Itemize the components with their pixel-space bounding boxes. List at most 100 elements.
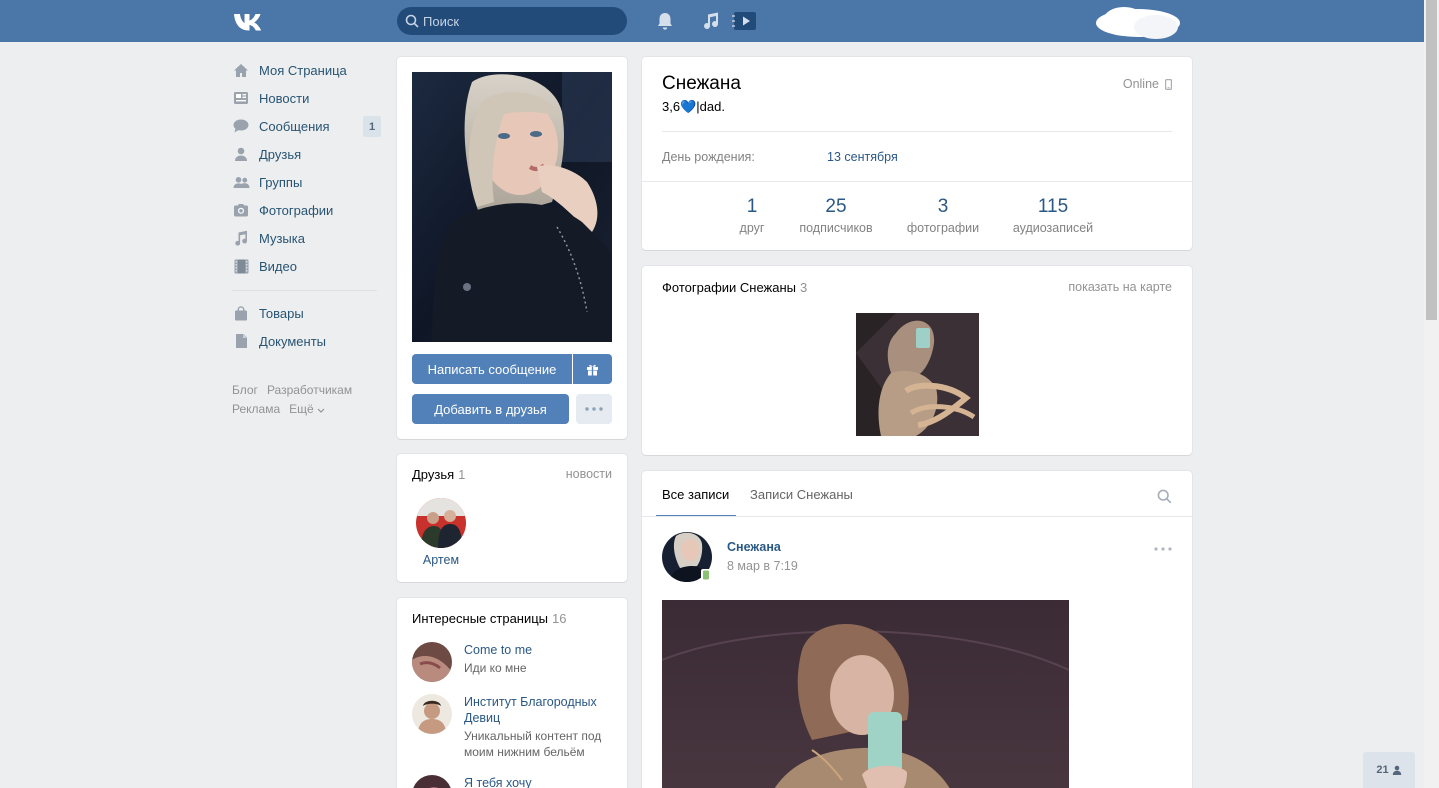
footer-link-developers[interactable]: Разработчикам — [267, 383, 352, 397]
page-scrollbar[interactable] — [1424, 0, 1439, 788]
stat-label: аудиозаписей — [1012, 221, 1094, 235]
friend-name: Артем — [422, 553, 460, 567]
sidebar-item-friends[interactable]: Друзья — [229, 140, 384, 168]
stat-number: 115 — [1037, 196, 1069, 217]
search-box[interactable] — [397, 7, 627, 35]
sidebar-item-market[interactable]: Товары — [229, 299, 384, 327]
sidebar-item-news[interactable]: Новости — [229, 84, 384, 112]
left-sidebar: Моя Страница Новости Сообщения 1 Друзья … — [229, 56, 384, 355]
more-dots-icon — [585, 407, 603, 411]
profile-avatar-photo[interactable] — [412, 72, 612, 342]
sidebar-item-groups[interactable]: Группы — [229, 168, 384, 196]
info-divider — [662, 131, 1172, 132]
mobile-online-icon — [701, 569, 711, 581]
post-image[interactable] — [662, 600, 1069, 788]
stat-label: подписчиков — [799, 221, 873, 235]
interesting-page-avatar — [412, 775, 452, 788]
stat-number: 3 — [937, 196, 949, 217]
footer-link-ads[interactable]: Реклама — [232, 402, 280, 416]
more-actions-button[interactable] — [576, 394, 612, 424]
sidebar-item-label: Друзья — [259, 146, 302, 162]
interesting-page-item[interactable]: Я тебя хочу — [412, 775, 617, 788]
sidebar-item-label: Новости — [259, 90, 310, 106]
online-friends-counter[interactable]: 21 — [1363, 752, 1415, 788]
interesting-page-subtitle: Иди ко мне — [464, 661, 527, 675]
video-icon — [234, 259, 248, 273]
stat-audio[interactable]: 115 аудиозаписей — [1006, 195, 1100, 237]
stats-divider — [642, 181, 1192, 182]
photos-block: Фотографии Снежаны 3 показать на карте — [642, 266, 1192, 455]
bell-icon[interactable] — [654, 11, 676, 31]
footer-link-blog[interactable]: Блог — [232, 383, 258, 397]
friends-block: Друзья 1 новости Артем — [397, 454, 627, 582]
photos-block-header[interactable]: Фотографии Снежаны 3 — [662, 280, 807, 295]
messages-count-badge[interactable]: 1 — [363, 116, 381, 137]
sidebar-item-photos[interactable]: Фотографии — [229, 196, 384, 224]
footer-more-label: Ещё — [289, 402, 314, 416]
profile-photo-card: Написать сообщение Добавить в друзья — [397, 57, 627, 439]
friends-block-header[interactable]: Друзья 1 — [412, 467, 465, 482]
sidebar-divider — [232, 290, 377, 291]
interesting-page-title[interactable]: Come to me — [464, 642, 614, 658]
interesting-page-item[interactable]: Институт Благородных Девиц Уникальный ко… — [412, 694, 617, 764]
interesting-page-avatar — [412, 694, 452, 734]
tab-own-posts[interactable]: Записи Снежаны — [750, 487, 853, 502]
interesting-title: Интересные страницы — [412, 611, 549, 626]
sidebar-item-messages[interactable]: Сообщения 1 — [229, 112, 384, 140]
sidebar-item-label: Музыка — [259, 230, 305, 246]
stat-number: 25 — [825, 196, 847, 217]
messages-icon — [233, 119, 249, 133]
post-author-name[interactable]: Снежана — [727, 540, 781, 554]
sidebar-item-label: Фотографии — [259, 202, 334, 218]
wall-search-icon[interactable] — [1157, 489, 1172, 504]
send-gift-button[interactable] — [573, 354, 612, 384]
player-icon[interactable] — [732, 11, 758, 31]
mobile-phone-icon — [1165, 78, 1172, 90]
bag-icon — [235, 305, 247, 320]
photos-title: Фотографии Снежаны — [662, 280, 796, 295]
stat-followers[interactable]: 25 подписчиков — [792, 195, 880, 237]
send-message-button[interactable]: Написать сообщение — [412, 354, 572, 384]
add-friend-button[interactable]: Добавить в друзья — [412, 394, 569, 424]
footer-link-more[interactable]: Ещё — [289, 402, 325, 416]
sidebar-item-label: Документы — [259, 333, 327, 349]
post-menu-icon[interactable] — [1154, 547, 1172, 551]
music-note-icon[interactable] — [700, 11, 722, 31]
vk-logo-icon[interactable] — [232, 11, 266, 31]
search-input[interactable] — [423, 7, 619, 35]
stat-label: друг — [739, 221, 765, 235]
stat-label: фотографии — [906, 221, 980, 235]
home-icon — [234, 63, 248, 77]
tab-all-posts[interactable]: Все записи — [662, 487, 729, 502]
sidebar-item-label: Моя Страница — [259, 62, 347, 78]
photos-count: 3 — [800, 280, 808, 295]
friend-item[interactable]: Артем — [416, 498, 468, 567]
interesting-pages-header[interactable]: Интересные страницы 16 — [412, 611, 567, 626]
birthday-value[interactable]: 13 сентября — [827, 150, 898, 164]
stat-friends[interactable]: 1 друг — [732, 195, 772, 237]
sidebar-item-my-page[interactable]: Моя Страница — [229, 56, 384, 84]
interesting-page-avatar — [412, 642, 452, 682]
interesting-page-item[interactable]: Come to me Иди ко мне — [412, 642, 617, 686]
post-date[interactable]: 8 мар в 7:19 — [727, 559, 798, 573]
sidebar-item-documents[interactable]: Документы — [229, 327, 384, 355]
sidebar-item-video[interactable]: Видео — [229, 252, 384, 280]
friends-count: 1 — [458, 467, 466, 482]
sidebar-item-label: Сообщения — [259, 118, 330, 134]
sidebar-item-music[interactable]: Музыка — [229, 224, 384, 252]
interesting-pages-block: Интересные страницы 16 Come to me Иди ко … — [397, 598, 627, 788]
interesting-page-title[interactable]: Институт Благородных Девиц — [464, 694, 614, 726]
counter-number: 21 — [1376, 764, 1389, 776]
search-icon — [405, 14, 419, 28]
scrollbar-thumb[interactable] — [1426, 0, 1437, 320]
online-indicator: Online — [1123, 77, 1172, 91]
stat-photos[interactable]: 3 фотографии — [902, 195, 984, 237]
groups-icon — [233, 176, 249, 188]
interesting-page-title[interactable]: Я тебя хочу — [464, 775, 614, 788]
profile-status[interactable]: 3,6💙|dad. — [662, 99, 725, 115]
show-on-map-link[interactable]: показать на карте — [1068, 280, 1172, 294]
friends-news-link[interactable]: новости — [566, 467, 612, 481]
photo-thumbnail[interactable] — [856, 313, 979, 436]
interesting-page-subtitle: Уникальный контент под моим нижним бельё… — [464, 729, 602, 759]
user-name-redacted[interactable] — [1094, 3, 1182, 43]
